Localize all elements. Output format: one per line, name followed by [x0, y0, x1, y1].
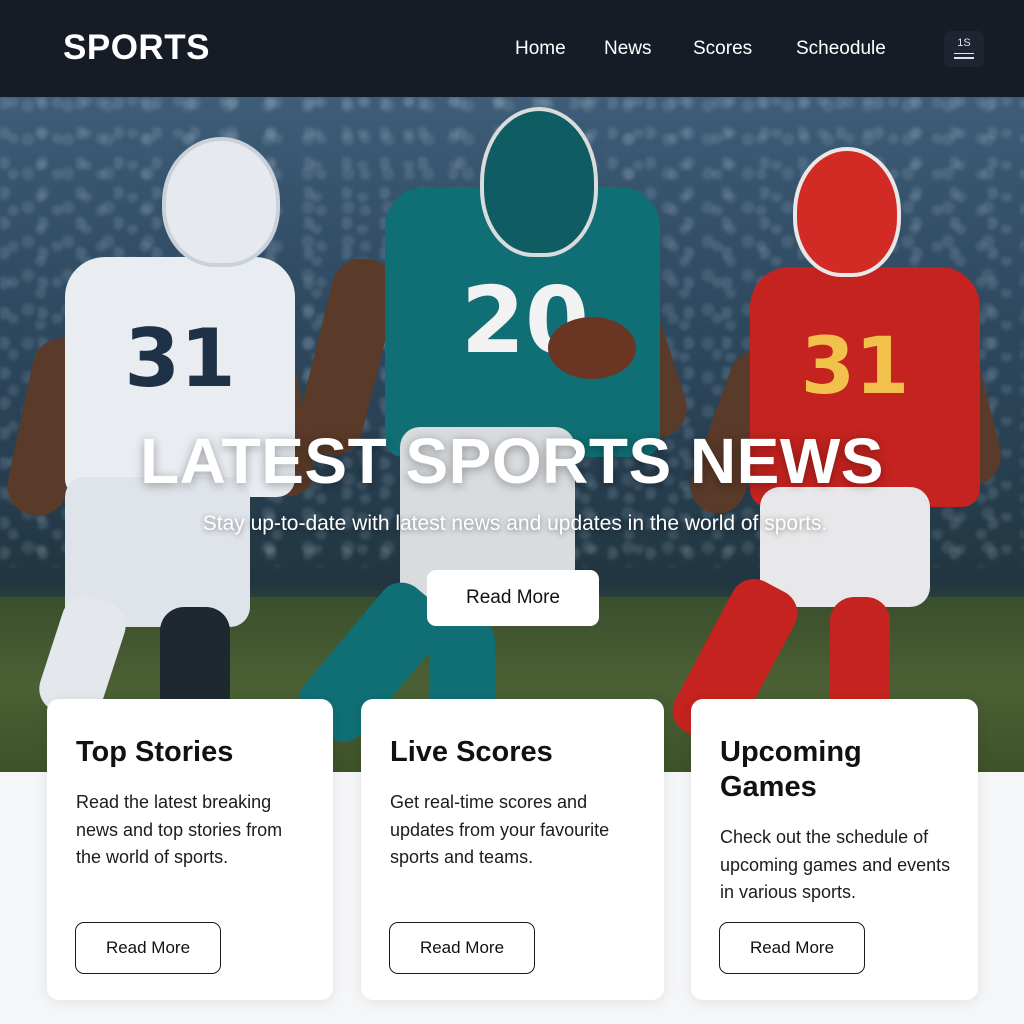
card-title: Top Stories	[76, 736, 234, 768]
menu-bar	[954, 52, 974, 54]
player-number: 31	[124, 312, 236, 405]
hero-banner: 31 31 20 LATEST SPORTS NEWS Stay up-to-d…	[0, 97, 1024, 772]
player-helmet	[480, 107, 598, 257]
card-title: Upcoming Games	[720, 736, 862, 803]
nav-link-scores[interactable]: Scores	[693, 38, 752, 60]
top-stories-read-more-button[interactable]: Read More	[75, 922, 221, 974]
player-number: 31	[800, 322, 910, 412]
hero-read-more-button[interactable]: Read More	[427, 570, 599, 626]
menu-bar	[954, 57, 974, 59]
hero-title: LATEST SPORTS NEWS	[140, 425, 884, 497]
menu-badge: 1S	[957, 37, 971, 49]
top-navbar: SPORTS Home News Scores Scheodule 1S	[0, 0, 1024, 97]
player-helmet	[793, 147, 901, 277]
card-text: Check out the schedule of upcoming games…	[720, 827, 951, 902]
card-upcoming-games: Upcoming Games Check out the schedule of…	[691, 699, 978, 1000]
upcoming-games-read-more-button[interactable]: Read More	[719, 922, 865, 974]
hamburger-menu-icon[interactable]: 1S	[944, 31, 984, 67]
football-icon	[548, 317, 636, 379]
card-top-stories: Top Stories Read the latest breaking new…	[47, 699, 333, 1000]
nav-link-schedule[interactable]: Scheodule	[796, 38, 886, 60]
brand-logo[interactable]: SPORTS	[63, 28, 210, 68]
hero-subtitle: Stay up-to-date with latest news and upd…	[202, 512, 828, 535]
card-title: Live Scores	[390, 736, 553, 768]
card-text: Get real-time scores and updates from yo…	[390, 792, 610, 867]
card-text: Read the latest breaking news and top st…	[76, 792, 283, 867]
nav-link-home[interactable]: Home	[515, 38, 566, 60]
player-helmet	[162, 137, 280, 267]
live-scores-read-more-button[interactable]: Read More	[389, 922, 535, 974]
nav-link-news[interactable]: News	[604, 38, 652, 60]
card-live-scores: Live Scores Get real-time scores and upd…	[361, 699, 664, 1000]
